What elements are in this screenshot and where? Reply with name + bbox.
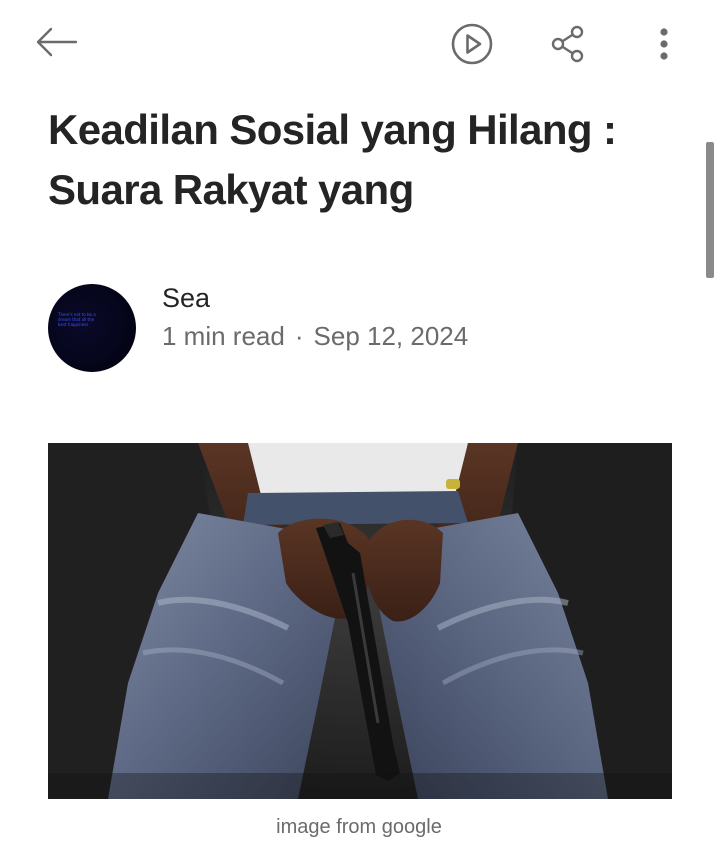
listen-button[interactable] (446, 18, 498, 70)
back-button[interactable] (28, 18, 84, 66)
author-name[interactable]: Sea (162, 282, 210, 314)
hero-photo (48, 443, 672, 799)
article-hero-image (48, 443, 672, 799)
scrollbar-thumb[interactable] (706, 142, 714, 278)
arrow-left-icon (36, 27, 78, 57)
author-avatar[interactable]: There's not to be a dream that all the b… (48, 284, 136, 372)
article-meta: 1 min read · Sep 12, 2024 (162, 320, 468, 352)
avatar-image-text: There's not to be a dream that all the b… (58, 312, 96, 327)
author-row: There's not to be a dream that all the b… (48, 280, 648, 376)
share-icon (551, 25, 584, 63)
play-circle-icon (451, 23, 493, 65)
more-options-button[interactable] (642, 20, 686, 68)
more-vertical-icon (660, 28, 668, 60)
image-caption: image from google (276, 816, 442, 838)
share-button[interactable] (544, 20, 592, 68)
article-title: Keadilan Sosial yang Hilang : Suara Raky… (48, 106, 617, 213)
read-time: 1 min read (162, 321, 285, 351)
top-toolbar (0, 0, 718, 88)
meta-separator: · (294, 321, 304, 351)
publish-date: Sep 12, 2024 (313, 321, 469, 351)
